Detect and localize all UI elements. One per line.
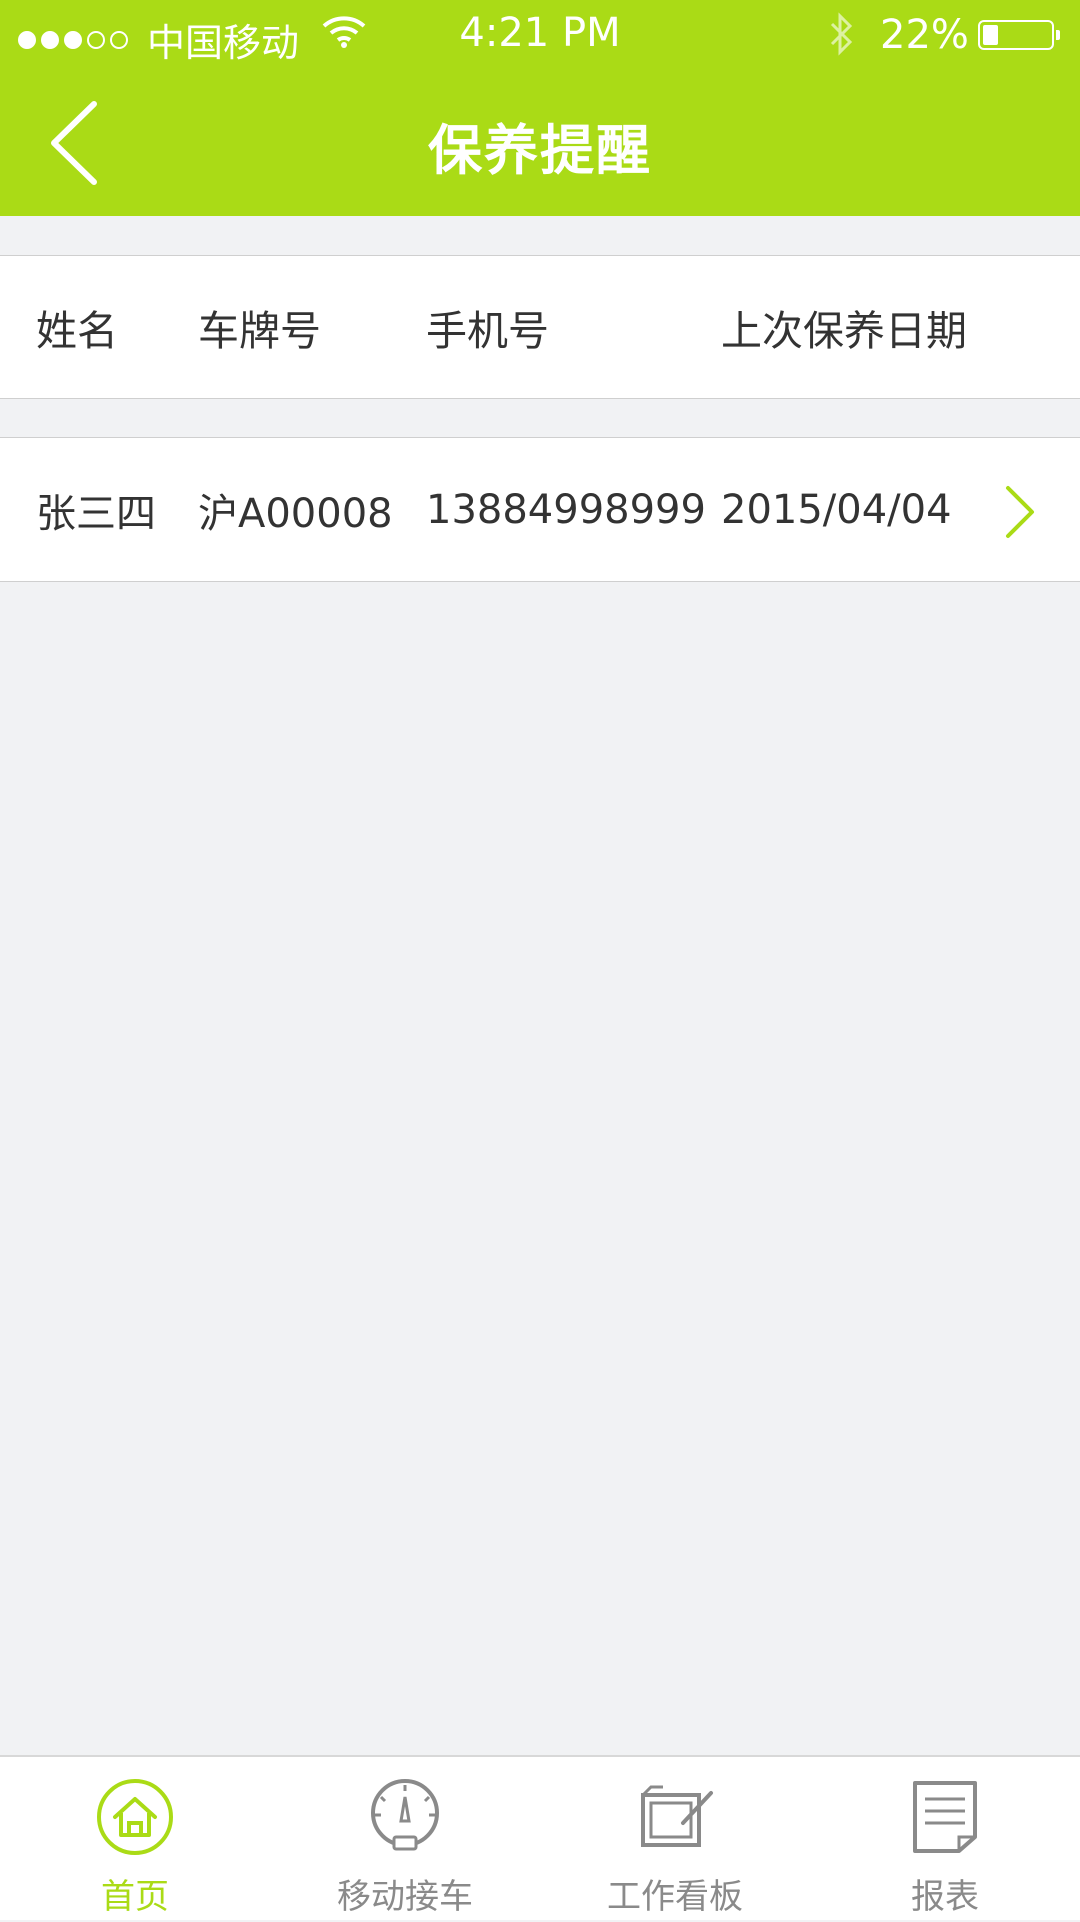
tab-label: 首页: [101, 1877, 169, 1917]
column-header-name: 姓名: [36, 307, 118, 355]
tab-label: 报表: [911, 1877, 979, 1917]
navigation-bar: 保养提醒: [0, 68, 1080, 216]
report-icon: [913, 1781, 977, 1853]
battery-percentage: 22%: [880, 12, 969, 58]
table-header: 姓名 车牌号 手机号 上次保养日期: [0, 255, 1080, 399]
battery-level: [983, 25, 998, 45]
battery-icon: [978, 20, 1060, 50]
battery-nub: [1056, 30, 1060, 40]
tab-mobile-checkin[interactable]: 移动接车: [270, 1757, 540, 1922]
tab-work-board[interactable]: 工作看板: [540, 1757, 810, 1922]
tab-label: 工作看板: [607, 1877, 743, 1917]
tab-label: 移动接车: [337, 1877, 473, 1917]
speedometer-icon: [371, 1779, 439, 1851]
board-icon: [641, 1785, 713, 1847]
cell-last-service-date: 2015/04/04: [721, 486, 952, 533]
cell-phone: 13884998999: [426, 486, 706, 533]
home-icon: [97, 1779, 173, 1855]
table-row[interactable]: 张三四 沪A00008 13884998999 2015/04/04: [0, 437, 1080, 582]
bluetooth-icon: [830, 12, 853, 56]
cell-plate: 沪A00008: [198, 490, 393, 537]
column-header-phone: 手机号: [426, 307, 549, 355]
tab-home[interactable]: 首页: [0, 1757, 270, 1922]
chevron-right-icon[interactable]: [1002, 484, 1038, 540]
cell-name: 张三四: [36, 490, 156, 537]
status-bar: 中国移动 4:21 PM 22%: [0, 0, 1080, 68]
page-title: 保养提醒: [428, 119, 652, 182]
tab-bar: 首页 移动接车 工作看板 报表: [0, 1755, 1080, 1920]
column-header-plate: 车牌号: [198, 307, 321, 355]
column-header-last-service-date: 上次保养日期: [721, 307, 967, 355]
tab-reports[interactable]: 报表: [810, 1757, 1080, 1922]
